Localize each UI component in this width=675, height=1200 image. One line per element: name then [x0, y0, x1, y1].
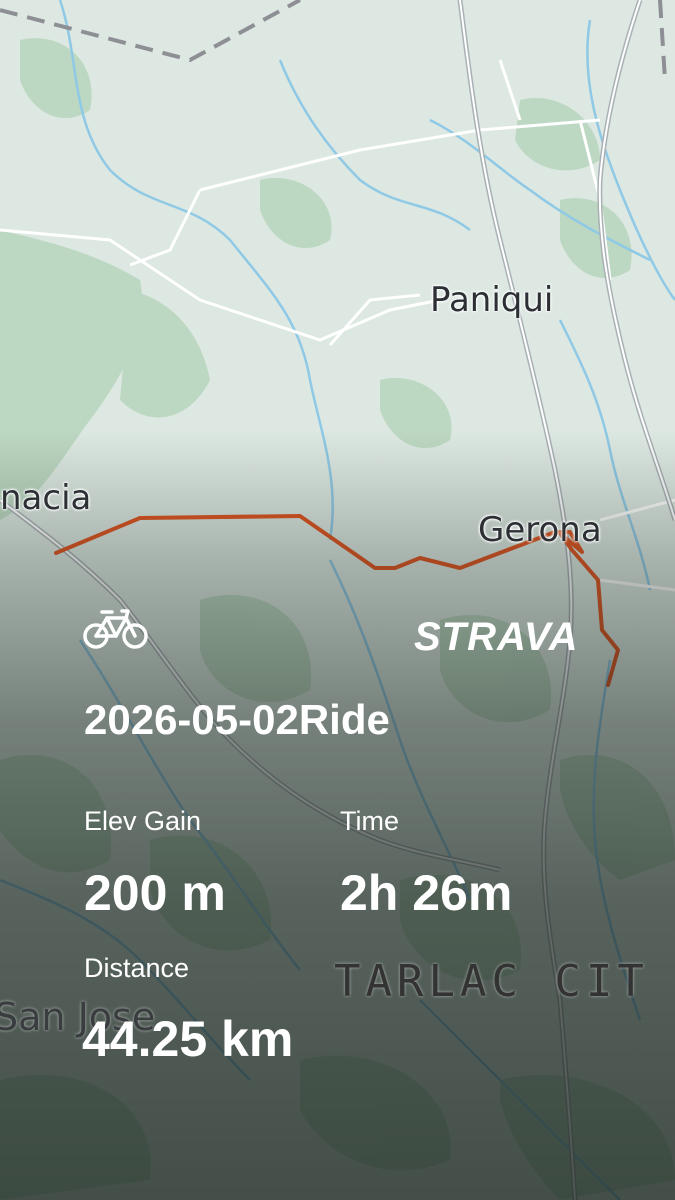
- activity-share-card: Paniqui nacia Gerona TARLAC CIT San Jose…: [0, 0, 675, 1200]
- time-value: 2h 26m: [340, 865, 513, 921]
- strava-logo: STRAVA: [414, 615, 579, 659]
- town-label-nacia: nacia: [0, 478, 92, 518]
- distance-value: 44.25 km: [82, 1011, 294, 1067]
- town-label-paniqui: Paniqui: [430, 280, 554, 320]
- time-label: Time: [340, 806, 399, 836]
- elev-gain-value: 200 m: [84, 865, 226, 921]
- elev-gain-label: Elev Gain: [84, 806, 202, 836]
- town-label-tarlac-city: TARLAC CIT: [334, 956, 649, 1007]
- bike-icon: [83, 609, 148, 649]
- distance-label: Distance: [84, 953, 190, 983]
- activity-title: 2026-05-02Ride: [84, 696, 390, 743]
- town-label-gerona: Gerona: [478, 510, 602, 550]
